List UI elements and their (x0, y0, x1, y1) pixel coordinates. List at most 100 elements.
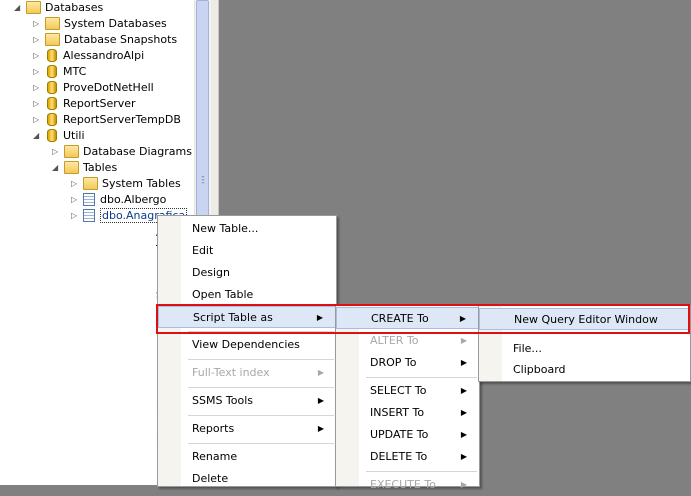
database-icon (47, 81, 57, 94)
menu-separator (188, 331, 334, 332)
menu-item-ssms-tools[interactable]: SSMS Tools ▶ (158, 390, 336, 412)
menu-item-drop-to[interactable]: DROP To ▶ (336, 352, 479, 374)
tree-label: AlessandroAlpi (63, 49, 145, 62)
tree-node-utili[interactable]: ◢ Utili (33, 128, 85, 144)
tree-node-database-diagrams[interactable]: ▷ Database Diagrams (52, 144, 192, 160)
submenu-arrow-icon: ▶ (317, 396, 324, 405)
expand-icon[interactable]: ▷ (33, 96, 45, 112)
tree-label: MTC (63, 65, 87, 78)
expand-icon[interactable]: ▷ (33, 16, 45, 32)
expand-icon[interactable]: ▷ (71, 208, 83, 224)
tree-label: Tables (83, 161, 118, 174)
submenu-arrow-icon: ▶ (316, 313, 323, 322)
expand-icon[interactable]: ▷ (33, 112, 45, 128)
menu-item-design[interactable]: Design (158, 262, 336, 284)
menu-item-alter-to[interactable]: ALTER To ▶ (336, 330, 479, 352)
menu-item-execute-to[interactable]: EXECUTE To ▶ (336, 474, 479, 496)
context-menu: New Table... Edit Design Open Table Scri… (157, 215, 337, 487)
menu-item-label: Clipboard (513, 363, 566, 376)
tree-node-provedotnethell[interactable]: ▷ ProveDotNetHell (33, 80, 154, 96)
menu-item-new-query-editor-window[interactable]: New Query Editor Window (479, 308, 690, 330)
tree-label: Databases (45, 1, 104, 14)
expand-icon[interactable]: ▷ (33, 80, 45, 96)
tree-label: System Tables (102, 177, 181, 190)
menu-item-label: Full-Text index (192, 366, 270, 379)
menu-item-label: SELECT To (370, 384, 427, 397)
submenu-arrow-icon: ▶ (317, 368, 324, 377)
database-icon (47, 97, 57, 110)
menu-separator (366, 471, 477, 472)
create-submenu: New Query Editor Window File... Clipboar… (478, 305, 691, 382)
tree-label: ReportServer (63, 97, 136, 110)
tree-node-database-snapshots[interactable]: ▷ Database Snapshots (33, 32, 177, 48)
folder-icon (45, 33, 60, 46)
menu-item-label: Delete (192, 472, 229, 485)
menu-item-label: ALTER To (370, 334, 419, 347)
menu-item-rename[interactable]: Rename (158, 446, 336, 468)
menu-item-label: INSERT To (370, 406, 425, 419)
submenu-arrow-icon: ▶ (460, 430, 467, 439)
submenu-arrow-icon: ▶ (317, 424, 324, 433)
folder-icon (45, 17, 60, 30)
menu-item-update-to[interactable]: UPDATE To ▶ (336, 424, 479, 446)
menu-item-label: Script Table as (193, 311, 273, 324)
menu-separator (188, 359, 334, 360)
tree-node-system-tables[interactable]: ▷ System Tables (71, 176, 181, 192)
table-icon (83, 209, 95, 222)
menu-item-select-to[interactable]: SELECT To ▶ (336, 380, 479, 402)
submenu-arrow-icon: ▶ (460, 336, 467, 345)
tree-node-alessandroalpi[interactable]: ▷ AlessandroAlpi (33, 48, 144, 64)
expand-icon[interactable]: ▷ (71, 192, 83, 208)
menu-item-label: UPDATE To (370, 428, 429, 441)
folder-icon (64, 145, 79, 158)
tree-node-reportserver[interactable]: ▷ ReportServer (33, 96, 136, 112)
menu-item-label: Design (192, 266, 230, 279)
database-icon (47, 129, 57, 142)
menu-separator (188, 387, 334, 388)
tree-node-dbo-albergo[interactable]: ▷ dbo.Albergo (71, 192, 166, 208)
script-submenu: CREATE To ▶ ALTER To ▶ DROP To ▶ SELECT To ▶… (335, 305, 480, 491)
collapse-icon[interactable]: ◢ (33, 128, 45, 144)
menu-item-delete[interactable]: Delete (158, 468, 336, 490)
tree-node-tables[interactable]: ◢ Tables (52, 160, 117, 176)
collapse-icon[interactable]: ◢ (14, 0, 26, 16)
folder-icon (83, 177, 98, 190)
menu-item-open-table[interactable]: Open Table (158, 284, 336, 306)
menu-item-view-dependencies[interactable]: View Dependencies (158, 334, 336, 356)
expand-icon[interactable]: ▷ (33, 32, 45, 48)
expand-icon[interactable]: ▷ (33, 64, 45, 80)
tree-node-mtc[interactable]: ▷ MTC (33, 64, 86, 80)
tree-node-databases[interactable]: ◢ Databases (14, 0, 103, 16)
tree-node-system-databases[interactable]: ▷ System Databases (33, 16, 167, 32)
menu-item-label: DROP To (370, 356, 417, 369)
menu-item-create-to[interactable]: CREATE To ▶ (336, 307, 479, 329)
menu-item-edit[interactable]: Edit (158, 240, 336, 262)
expand-icon[interactable]: ▷ (33, 48, 45, 64)
collapse-icon[interactable]: ◢ (52, 160, 64, 176)
menu-item-script-table-as[interactable]: Script Table as ▶ (158, 306, 336, 328)
menu-separator (188, 443, 334, 444)
submenu-arrow-icon: ▶ (460, 358, 467, 367)
menu-item-new-table[interactable]: New Table... (158, 218, 336, 240)
menu-item-label: Rename (192, 450, 238, 463)
tree-label: Database Snapshots (64, 33, 178, 46)
menu-item-insert-to[interactable]: INSERT To ▶ (336, 402, 479, 424)
expand-icon[interactable]: ▷ (52, 144, 64, 160)
menu-item-file[interactable]: File... (479, 338, 690, 360)
database-icon (47, 49, 57, 62)
folder-icon (26, 1, 41, 14)
tree-label: dbo.Albergo (100, 193, 167, 206)
folder-icon (64, 161, 79, 174)
tree-node-reportservertempdb[interactable]: ▷ ReportServerTempDB (33, 112, 181, 128)
menu-item-label: View Dependencies (192, 338, 300, 351)
menu-item-delete-to[interactable]: DELETE To ▶ (336, 446, 479, 468)
menu-item-clipboard[interactable]: Clipboard (479, 359, 690, 381)
menu-separator (366, 377, 477, 378)
expand-icon[interactable]: ▷ (71, 176, 83, 192)
menu-item-reports[interactable]: Reports ▶ (158, 418, 336, 440)
menu-separator (188, 415, 334, 416)
tree-label: ReportServerTempDB (63, 113, 181, 126)
menu-item-full-text-index[interactable]: Full-Text index ▶ (158, 362, 336, 384)
menu-item-label: Open Table (192, 288, 254, 301)
menu-item-label: DELETE To (370, 450, 428, 463)
